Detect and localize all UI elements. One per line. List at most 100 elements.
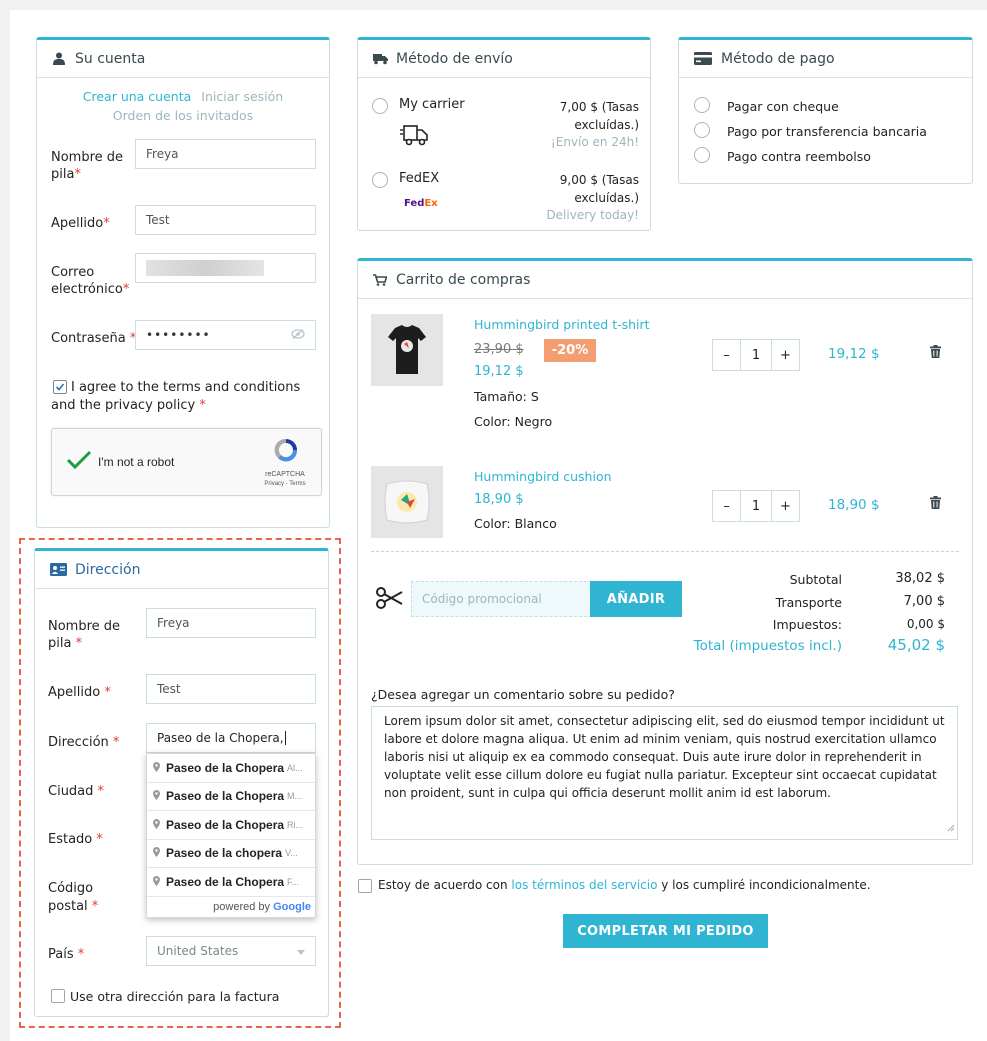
account-panel-header: Su cuenta <box>37 40 329 78</box>
truck-icon <box>372 52 388 66</box>
payment-option-3: Pago contra reembolso <box>727 149 871 164</box>
promo-add-button[interactable]: AÑADIR <box>590 581 682 617</box>
alt-billing-checkbox[interactable] <box>51 989 65 1003</box>
tab-create-account[interactable]: Crear una cuenta <box>83 89 192 104</box>
trash-icon[interactable] <box>930 496 941 513</box>
resize-handle-icon[interactable] <box>947 819 955 837</box>
discount-badge: -20% <box>544 339 596 362</box>
qty-value-1[interactable]: 1 <box>740 340 772 370</box>
item-name-1[interactable]: Hummingbird printed t-shirt <box>474 316 650 333</box>
quantity-stepper-2[interactable]: – 1 + <box>712 490 800 522</box>
country-value: United States <box>157 944 239 958</box>
map-pin-icon <box>153 846 160 860</box>
autocomplete-item[interactable]: Paseo de la Chopera Ri... <box>147 811 315 840</box>
checkout-page: Su cuenta Crear una cuenta Iniciar sesió… <box>10 10 987 1041</box>
tos-link[interactable]: los términos del servicio <box>511 878 657 892</box>
shipping-panel: Método de envío My carrier 7,00 $ (Tasas… <box>357 37 651 231</box>
zip-label: Código postal * <box>48 881 99 914</box>
fedex-logo: FedEx <box>404 198 438 209</box>
carrier-name-2: FedEX <box>399 171 440 186</box>
text-cursor <box>284 731 286 745</box>
state-label: Estado * <box>48 832 103 847</box>
carrier-price-1: 7,00 $ (Tasas excluídas.) <box>559 100 639 132</box>
addr-last-name-label: Apellido * <box>48 685 111 700</box>
country-select[interactable]: United States <box>146 936 316 966</box>
last-name-input[interactable]: Test <box>135 205 316 235</box>
payment-option-2: Pago por transferencia bancaria <box>727 124 927 139</box>
payment-radio-2[interactable] <box>694 122 710 138</box>
carrier-delay-1: ¡Envío en 24h! <box>550 135 639 149</box>
password-label: Contraseña * <box>51 331 137 346</box>
first-name-label: Nombre de pila* <box>51 150 124 182</box>
shipping-panel-header: Método de envío <box>358 40 650 78</box>
addr-first-name-input[interactable]: Freya <box>146 608 316 638</box>
item-price-1: 19,12 $ <box>474 364 524 379</box>
tos-label: Estoy de acuerdo con los términos del se… <box>378 878 871 892</box>
recaptcha-links[interactable]: Privacy - Terms <box>255 481 315 487</box>
email-redacted <box>146 260 264 276</box>
chevron-down-icon <box>297 944 305 958</box>
address-panel: Dirección Nombre de pila * Freya Apellid… <box>34 548 329 1017</box>
payment-panel-header: Método de pago <box>679 40 972 78</box>
addr-address-label: Dirección * <box>48 735 120 750</box>
terms-label: I agree to the terms and conditions and … <box>51 380 301 413</box>
complete-order-button[interactable]: COMPLETAR MI PEDIDO <box>563 914 768 948</box>
autocomplete-item[interactable]: Paseo de la Chopera M... <box>147 783 315 811</box>
comment-label: ¿Desea agregar un comentario sobre su pe… <box>371 687 675 702</box>
tshirt-thumbnail[interactable] <box>371 314 443 386</box>
carrier-price-2: 9,00 $ (Tasas excluídas.) <box>559 173 639 205</box>
recaptcha-logo-icon <box>272 437 300 467</box>
carrier-radio-1[interactable] <box>372 98 388 114</box>
quantity-stepper-1[interactable]: – 1 + <box>712 339 800 371</box>
item-color-2: Color: Blanco <box>474 516 557 531</box>
scissors-icon <box>375 587 403 613</box>
addr-last-name-input[interactable]: Test <box>146 674 316 704</box>
item-total-2: 18,90 $ <box>828 497 880 513</box>
item-total-1: 19,12 $ <box>828 346 880 362</box>
qty-decrease-1[interactable]: – <box>713 340 740 370</box>
tos-checkbox[interactable] <box>358 879 372 893</box>
total-value: 45,02 $ <box>887 636 945 654</box>
email-input[interactable] <box>135 253 316 283</box>
subtotal-label: Subtotal <box>789 572 842 587</box>
autocomplete-item[interactable]: Paseo de la Chopera Al... <box>147 754 315 783</box>
password-input[interactable]: •••••••• <box>135 320 316 350</box>
promo-code-input[interactable]: Código promocional <box>411 581 592 617</box>
address-card-icon <box>49 563 67 577</box>
qty-decrease-2[interactable]: – <box>713 491 740 521</box>
item-name-2[interactable]: Hummingbird cushion <box>474 468 612 485</box>
autocomplete-item[interactable]: Paseo de la Chopera F... <box>147 868 315 897</box>
payment-radio-1[interactable] <box>694 97 710 113</box>
addr-address-input[interactable]: Paseo de la Chopera, <box>146 723 316 753</box>
map-pin-icon <box>153 875 160 889</box>
eye-slash-icon[interactable] <box>291 328 305 342</box>
address-autocomplete-dropdown: Paseo de la Chopera Al... Paseo de la Cho… <box>146 753 316 918</box>
cushion-thumbnail[interactable] <box>371 466 443 538</box>
cart-panel: Carrito de compras Hummingbird printed t… <box>357 258 973 865</box>
item-old-price-1: 23,90 $ <box>474 342 524 357</box>
comment-textarea[interactable]: Lorem ipsum dolor sit amet, consectetur … <box>371 706 958 840</box>
trash-icon[interactable] <box>930 345 941 362</box>
carrier-name-1: My carrier <box>399 97 465 112</box>
qty-value-2[interactable]: 1 <box>740 491 772 521</box>
powered-by-google: powered by Google <box>213 900 311 913</box>
address-panel-header: Dirección <box>35 551 328 589</box>
payment-radio-3[interactable] <box>694 147 710 163</box>
shopping-cart-icon <box>372 273 388 287</box>
shipping-cost-value: 7,00 $ <box>903 594 945 609</box>
carrier-radio-2[interactable] <box>372 172 388 188</box>
map-pin-icon <box>153 761 160 775</box>
user-icon <box>51 52 67 66</box>
carrier-delay-2: Delivery today! <box>546 208 639 222</box>
recaptcha-widget[interactable]: I'm not a robot reCAPTCHA Privacy - Term… <box>51 428 322 496</box>
cart-panel-header: Carrito de compras <box>358 261 972 299</box>
autocomplete-item[interactable]: Paseo de la chopera V... <box>147 840 315 868</box>
qty-increase-2[interactable]: + <box>772 491 799 521</box>
tab-login[interactable]: Iniciar sesión <box>201 89 283 104</box>
tab-guest[interactable]: Orden de los invitados <box>37 108 329 123</box>
first-name-input[interactable]: Freya <box>135 139 316 169</box>
qty-increase-1[interactable]: + <box>772 340 799 370</box>
total-label: Total (impuestos incl.) <box>693 638 842 654</box>
password-value: •••••••• <box>146 328 211 342</box>
addr-first-name-label: Nombre de pila * <box>48 619 121 651</box>
